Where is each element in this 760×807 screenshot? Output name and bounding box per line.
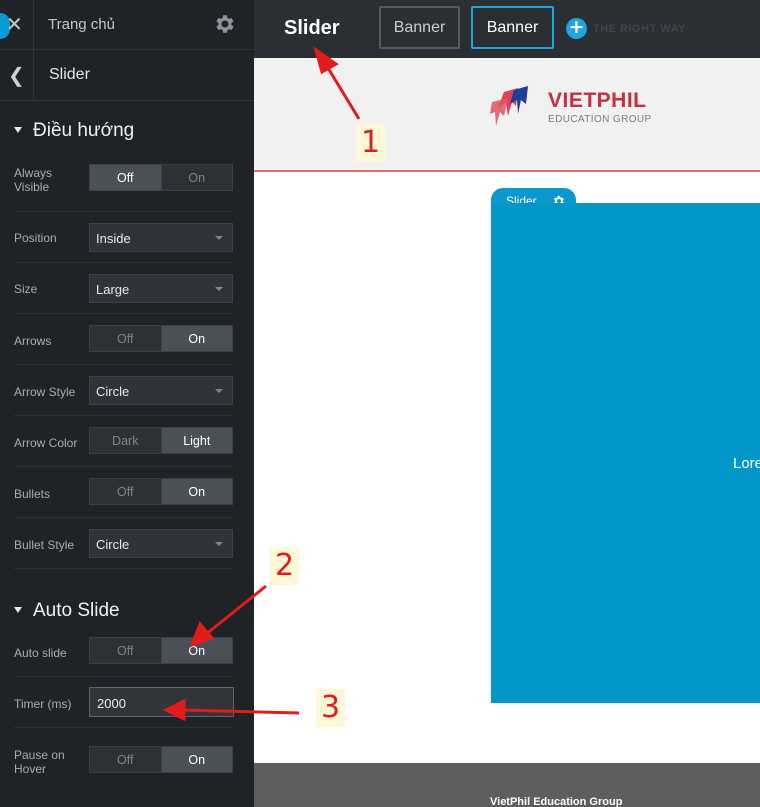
footer-text: VietPhil Education Group (490, 796, 623, 807)
auto-slide-toggle: Off On (89, 637, 233, 664)
panel-title: Slider (49, 66, 90, 83)
setting-label: Arrow Color (14, 436, 78, 450)
toggle-option-off[interactable]: Off (90, 326, 161, 351)
always-visible-toggle: Off On (89, 164, 233, 191)
toggle-option-light[interactable]: Light (160, 428, 232, 453)
input-value: 2000 (97, 696, 126, 711)
gear-icon[interactable] (213, 12, 237, 36)
sidebar-header: ✕ Trang chủ (0, 0, 254, 50)
plus-circle-icon: + (568, 16, 585, 38)
setting-label: Bullet Style (14, 538, 75, 552)
setting-arrow-color: Arrow Color Dark Light (0, 416, 254, 467)
position-select[interactable]: Inside (89, 223, 233, 252)
bullet-style-select[interactable]: Circle (89, 529, 233, 558)
logo-subtext: EDUCATION GROUP (548, 114, 652, 125)
setting-always-visible: Always Visible Off On (0, 161, 254, 212)
chevron-down-icon (215, 287, 223, 291)
builder-topbar: Slider Banner Banner + THE RIGHT WAY (254, 0, 760, 58)
logo-text: VIETPHIL (548, 89, 647, 112)
setting-label: Arrows (14, 334, 52, 348)
toggle-option-on[interactable]: On (160, 326, 232, 351)
setting-arrow-style: Arrow Style Circle (0, 365, 254, 416)
annotation-number-3: 3 (316, 689, 346, 727)
divider (14, 568, 233, 569)
setting-auto-slide: Auto slide Off On (0, 626, 254, 677)
size-select[interactable]: Large (89, 274, 233, 303)
timer-input[interactable]: 2000 (89, 687, 234, 717)
setting-label: Size (14, 282, 38, 296)
tab-banner-1[interactable]: Banner (379, 6, 460, 49)
select-value: Circle (96, 537, 130, 552)
panel-header: ❮ Slider (0, 50, 254, 101)
caret-down-icon (14, 607, 22, 613)
ghost-tagline: THE RIGHT WAY (593, 23, 686, 35)
toggle-option-off[interactable]: Off (90, 638, 161, 663)
slider-preview[interactable] (491, 203, 760, 703)
pause-on-hover-toggle: Off On (89, 746, 233, 773)
logo-icon (490, 86, 528, 126)
site-header: VIETPHIL EDUCATION GROUP (254, 58, 760, 172)
arrow-color-toggle: Dark Light (89, 427, 233, 454)
site-footer: VietPhil Education Group (254, 763, 760, 807)
setting-position: Position Inside (0, 212, 254, 263)
section-title: Auto Slide (33, 600, 120, 621)
toggle-option-on[interactable]: On (160, 747, 232, 772)
setting-size: Size Large (0, 263, 254, 314)
setting-label: Pause on Hover (14, 748, 65, 776)
toggle-option-on[interactable]: On (160, 165, 233, 190)
bullets-toggle: Off On (89, 478, 233, 505)
setting-bullet-style: Bullet Style Circle (0, 518, 254, 569)
toggle-option-on[interactable]: On (160, 479, 232, 504)
annotation-number-1: 1 (356, 124, 386, 162)
element-title: Slider (284, 17, 340, 39)
breadcrumb-home[interactable]: Trang chủ (48, 16, 115, 33)
toggle-option-off[interactable]: Off (90, 165, 161, 190)
tab-banner-2[interactable]: Banner (471, 6, 554, 49)
back-button[interactable]: ❮ (0, 50, 34, 100)
arrows-toggle: Off On (89, 325, 233, 352)
add-element-button[interactable]: + (566, 16, 587, 39)
close-button[interactable]: ✕ (0, 0, 34, 50)
annotation-number-2: 2 (270, 547, 300, 585)
sidebar: ✕ Trang chủ ❮ Slider Điều hướng Always V… (0, 0, 254, 807)
chevron-left-icon: ❮ (8, 63, 25, 87)
slider-text: Lore (733, 455, 760, 472)
setting-label: Bullets (14, 487, 51, 501)
toggle-option-off[interactable]: Off (90, 747, 161, 772)
setting-bullets: Bullets Off On (0, 467, 254, 518)
setting-label: Auto slide (14, 646, 67, 660)
chevron-down-icon (215, 389, 223, 393)
caret-down-icon (14, 127, 22, 133)
setting-arrows: Arrows Off On (0, 314, 254, 365)
setting-label: Always Visible (14, 166, 53, 194)
arrow-style-select[interactable]: Circle (89, 376, 233, 405)
select-value: Circle (96, 384, 130, 399)
setting-label: Position (14, 231, 57, 245)
chevron-down-icon (215, 542, 223, 546)
chevron-down-icon (215, 236, 223, 240)
section-title: Điều hướng (33, 120, 135, 141)
setting-label: Timer (ms) (14, 697, 72, 711)
close-icon: ✕ (6, 12, 23, 36)
toggle-option-dark[interactable]: Dark (90, 428, 161, 453)
toggle-option-on[interactable]: On (160, 638, 232, 663)
setting-pause-on-hover: Pause on Hover Off On (0, 728, 254, 779)
setting-label: Arrow Style (14, 385, 76, 399)
setting-timer: Timer (ms) 2000 (0, 677, 254, 728)
select-value: Large (96, 282, 130, 297)
toggle-option-off[interactable]: Off (90, 479, 161, 504)
select-value: Inside (96, 231, 131, 246)
